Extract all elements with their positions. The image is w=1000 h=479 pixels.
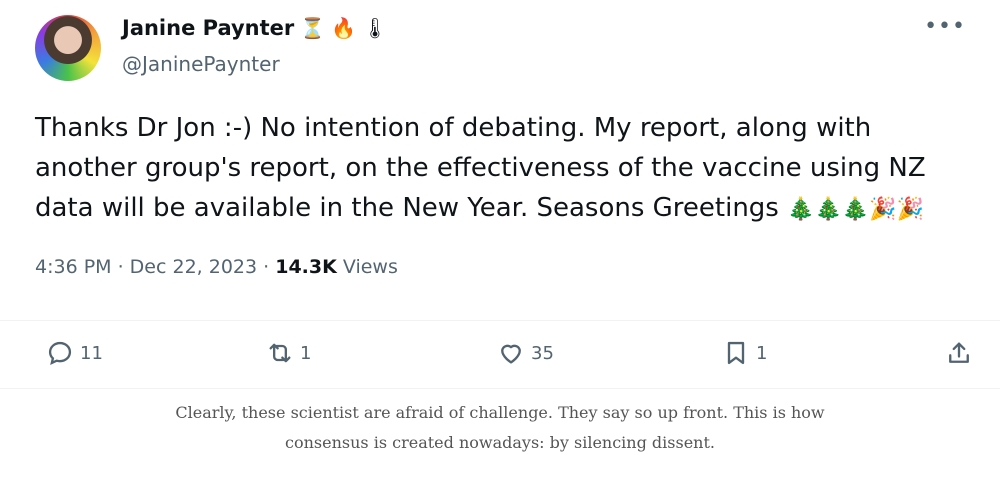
bookmark-button[interactable]: 1: [722, 339, 767, 367]
action-bar: 11 1 35 1: [0, 320, 1000, 385]
emoji-row: 🎄🎄🎄🎉🎉: [787, 197, 925, 222]
more-options-icon[interactable]: •••: [924, 14, 966, 39]
tweet-meta: 4:36 PM · Dec 22, 2023 · 14.3K Views: [35, 256, 398, 278]
image-caption: Clearly, these scientist are afraid of c…: [0, 398, 1000, 458]
share-icon: [949, 342, 969, 363]
retweet-icon: [269, 343, 291, 363]
like-count: 35: [531, 342, 554, 364]
reply-button[interactable]: 11: [46, 339, 103, 367]
author-name-row: Janine Paynter ⏳ 🔥 🌡: [122, 16, 387, 40]
caption-line-1: Clearly, these scientist are afraid of c…: [175, 403, 825, 422]
views-label: Views: [336, 256, 398, 278]
reply-icon: [48, 341, 72, 365]
tweet-timestamp[interactable]: 4:36 PM · Dec 22, 2023 ·: [35, 256, 275, 278]
reply-count: 11: [80, 342, 103, 364]
avatar[interactable]: [35, 15, 101, 81]
bookmark-icon: [727, 341, 745, 365]
retweet-button[interactable]: 1: [266, 339, 311, 367]
bookmark-count: 1: [756, 342, 768, 364]
share-button[interactable]: [945, 339, 973, 367]
caption-line-2: consensus is created nowadays: by silenc…: [285, 433, 715, 452]
tweet-card: Janine Paynter ⏳ 🔥 🌡 @JaninePaynter ••• …: [0, 0, 1000, 389]
fire-emoji: 🔥: [331, 16, 357, 40]
tweet-text: Thanks Dr Jon :-) No intention of debati…: [35, 108, 980, 230]
heart-icon: [501, 344, 521, 364]
views-count: 14.3K: [275, 256, 337, 278]
author-handle[interactable]: @JaninePaynter: [122, 52, 280, 76]
like-button[interactable]: 35: [497, 339, 554, 367]
thermometer-emoji: 🌡: [362, 16, 388, 40]
author-name[interactable]: Janine Paynter: [122, 16, 294, 40]
hourglass-emoji: ⏳: [300, 16, 326, 40]
retweet-count: 1: [300, 342, 312, 364]
